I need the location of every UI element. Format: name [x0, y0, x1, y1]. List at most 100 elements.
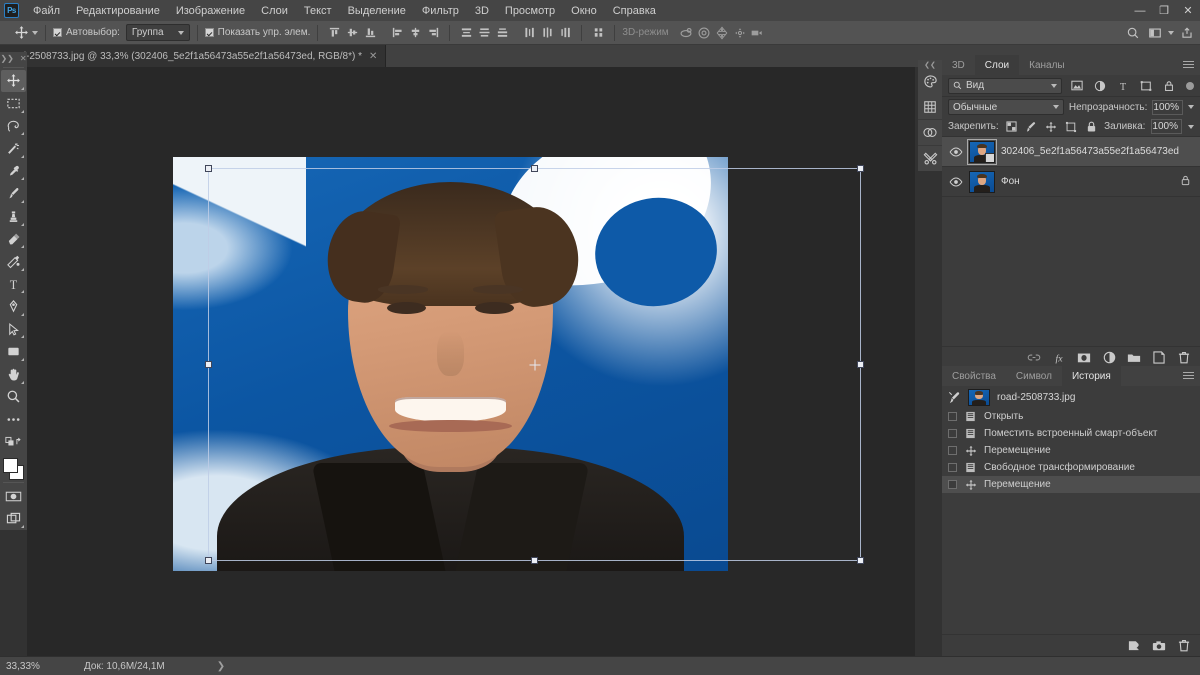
- magic-wand-tool[interactable]: [1, 137, 26, 160]
- search-icon[interactable]: [1124, 24, 1142, 42]
- layer-thumbnail[interactable]: [967, 138, 997, 165]
- menu-layers[interactable]: Слои: [253, 2, 296, 20]
- menu-filter[interactable]: Фильтр: [414, 2, 467, 20]
- filter-pixels-icon[interactable]: [1068, 78, 1085, 94]
- auto-select-checkbox[interactable]: [53, 28, 62, 37]
- menu-view[interactable]: Просмотр: [497, 2, 563, 20]
- slide-3d-icon[interactable]: [731, 24, 749, 42]
- path-selection-tool[interactable]: [1, 318, 26, 341]
- close-icon[interactable]: ✕: [20, 54, 27, 63]
- pan-3d-icon[interactable]: [713, 24, 731, 42]
- distribute-bottom-edges-icon[interactable]: [493, 24, 511, 42]
- chevron-down-icon[interactable]: [1168, 31, 1174, 35]
- menu-window[interactable]: Окно: [563, 2, 605, 20]
- history-state-checkbox[interactable]: [948, 412, 957, 421]
- tab-3d[interactable]: 3D: [942, 55, 975, 75]
- layer-styles-icon[interactable]: fx: [1052, 351, 1066, 365]
- lock-all-icon[interactable]: [1084, 119, 1098, 135]
- history-state-checkbox[interactable]: [948, 429, 957, 438]
- distribute-right-edges-icon[interactable]: [556, 24, 574, 42]
- tab-channels[interactable]: Каналы: [1019, 55, 1075, 75]
- rectangular-marquee-tool[interactable]: [1, 92, 26, 115]
- rail-grip[interactable]: ❮❮: [924, 60, 936, 69]
- foreground-color-swatch[interactable]: [2, 458, 18, 474]
- clone-stamp-tool[interactable]: [1, 205, 26, 228]
- type-tool[interactable]: T: [1, 273, 26, 296]
- history-state-place-smart-object[interactable]: Поместить встроенный смарт-объект: [942, 425, 1200, 442]
- filter-toggle-switch[interactable]: [1186, 81, 1194, 90]
- workspace-icon[interactable]: [1146, 24, 1164, 42]
- align-bottom-edges-icon[interactable]: [361, 24, 379, 42]
- align-more-icon[interactable]: [589, 24, 607, 42]
- menu-text[interactable]: Текст: [296, 2, 340, 20]
- tab-layers[interactable]: Слои: [974, 55, 1020, 75]
- opacity-input[interactable]: 100%: [1152, 99, 1183, 115]
- eyedropper-tool[interactable]: [1, 160, 26, 183]
- swap-colors-icon[interactable]: [1, 431, 26, 454]
- minimize-button[interactable]: —: [1128, 0, 1152, 21]
- status-bar-menu-icon[interactable]: ❯: [217, 661, 225, 672]
- lock-transparent-icon[interactable]: [1005, 119, 1019, 135]
- adjustment-layer-icon[interactable]: [1102, 351, 1116, 365]
- layer-mask-icon[interactable]: [1077, 351, 1091, 365]
- close-icon[interactable]: ✕: [369, 51, 377, 62]
- fill-chevron-icon[interactable]: [1188, 124, 1194, 129]
- transform-handle-top-right[interactable]: [857, 165, 864, 172]
- gradient-tool[interactable]: [1, 250, 26, 273]
- layer-thumbnail[interactable]: [969, 170, 995, 193]
- snapshot-thumbnail[interactable]: [968, 388, 990, 406]
- align-horizontal-centers-icon[interactable]: [406, 24, 424, 42]
- distribute-top-edges-icon[interactable]: [457, 24, 475, 42]
- new-group-icon[interactable]: [1127, 351, 1141, 365]
- swatches-panel-icon[interactable]: [918, 94, 942, 119]
- menu-select[interactable]: Выделение: [340, 2, 414, 20]
- distribute-vertical-centers-icon[interactable]: [475, 24, 493, 42]
- distribute-left-edges-icon[interactable]: [520, 24, 538, 42]
- new-document-from-state-icon[interactable]: [1127, 639, 1141, 653]
- layer-name[interactable]: Фон: [1001, 176, 1175, 187]
- color-panel-icon[interactable]: [918, 69, 942, 94]
- distribute-horizontal-centers-icon[interactable]: [538, 24, 556, 42]
- history-state-move-1[interactable]: Перемещение: [942, 442, 1200, 459]
- tool-preset-chevron-icon[interactable]: [32, 30, 38, 35]
- camera-3d-icon[interactable]: [749, 24, 767, 42]
- restore-button[interactable]: ❐: [1152, 0, 1176, 21]
- lasso-tool[interactable]: [1, 115, 26, 138]
- lock-position-icon[interactable]: [1044, 119, 1058, 135]
- history-snapshot-row[interactable]: road-2508733.jpg: [942, 386, 1200, 408]
- menu-help[interactable]: Справка: [605, 2, 664, 20]
- canvas-area[interactable]: [27, 67, 915, 656]
- filter-adjustment-icon[interactable]: [1091, 78, 1108, 94]
- history-state-free-transform[interactable]: Свободное трансформирование: [942, 459, 1200, 476]
- history-state-open[interactable]: Открыть: [942, 408, 1200, 425]
- close-button[interactable]: ✕: [1176, 0, 1200, 21]
- align-right-edges-icon[interactable]: [424, 24, 442, 42]
- align-left-edges-icon[interactable]: [388, 24, 406, 42]
- tab-properties[interactable]: Свойства: [942, 366, 1006, 386]
- screen-mode-button[interactable]: [1, 507, 26, 530]
- panel-menu-icon[interactable]: [1183, 61, 1194, 70]
- layer-row-smart-object[interactable]: 302406_5e2f1a56473a55e2f1a56473ed: [942, 137, 1200, 167]
- move-tool[interactable]: [1, 69, 26, 93]
- layer-name[interactable]: 302406_5e2f1a56473a55e2f1a56473ed: [1001, 146, 1194, 157]
- transform-handle-middle-right[interactable]: [857, 360, 864, 368]
- tab-character[interactable]: Символ: [1006, 366, 1062, 386]
- tools-panel-grip[interactable]: ❯❯ ✕: [0, 52, 27, 65]
- layer-row-background[interactable]: Фон: [942, 167, 1200, 197]
- fill-input[interactable]: 100%: [1151, 119, 1182, 134]
- document-tab[interactable]: road-2508733.jpg @ 33,3% (302406_5e2f1a5…: [0, 45, 387, 67]
- align-top-edges-icon[interactable]: [325, 24, 343, 42]
- align-vertical-centers-icon[interactable]: [343, 24, 361, 42]
- layer-visibility-toggle[interactable]: [948, 176, 963, 187]
- new-snapshot-icon[interactable]: [1152, 639, 1166, 653]
- delete-state-icon[interactable]: [1177, 639, 1191, 653]
- share-icon[interactable]: [1178, 24, 1196, 42]
- history-brush-icon[interactable]: [948, 391, 961, 404]
- new-layer-icon[interactable]: [1152, 351, 1166, 365]
- edit-toolbar-button[interactable]: [1, 408, 26, 431]
- menu-image[interactable]: Изображение: [168, 2, 253, 20]
- panel-menu-icon[interactable]: [1183, 372, 1194, 381]
- history-state-move-2[interactable]: Перемещение: [942, 476, 1200, 493]
- adjustments-panel-icon[interactable]: [918, 120, 942, 145]
- show-transform-controls-checkbox[interactable]: [204, 28, 214, 37]
